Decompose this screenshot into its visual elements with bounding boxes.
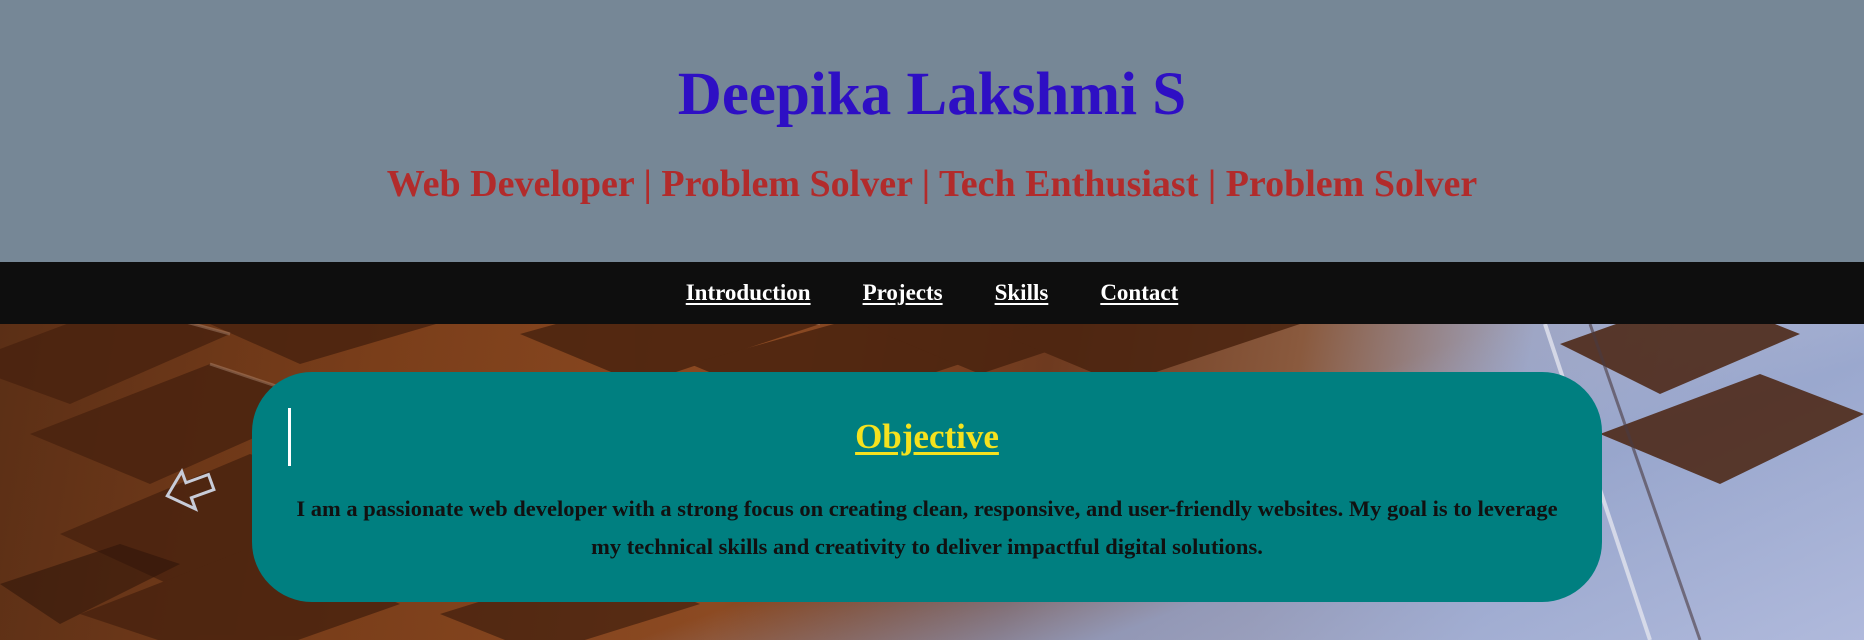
nav-link-projects[interactable]: Projects [863, 262, 943, 324]
nav-link-skills[interactable]: Skills [995, 262, 1049, 324]
site-tagline: Web Developer | Problem Solver | Tech En… [386, 163, 1478, 205]
site-header: Deepika Lakshmi S Web Developer | Proble… [0, 0, 1864, 262]
nav-link-contact[interactable]: Contact [1100, 262, 1178, 324]
objective-text: I am a passionate web developer with a s… [296, 496, 1558, 559]
site-title: Deepika Lakshmi S [677, 61, 1187, 128]
nav-link-introduction[interactable]: Introduction [686, 262, 811, 324]
main-nav: Introduction Projects Skills Contact [0, 262, 1864, 324]
page: Deepika Lakshmi S Web Developer | Proble… [0, 0, 1864, 640]
objective-card: Objective I am a passionate web develope… [252, 372, 1602, 602]
objective-heading: Objective [855, 417, 999, 456]
